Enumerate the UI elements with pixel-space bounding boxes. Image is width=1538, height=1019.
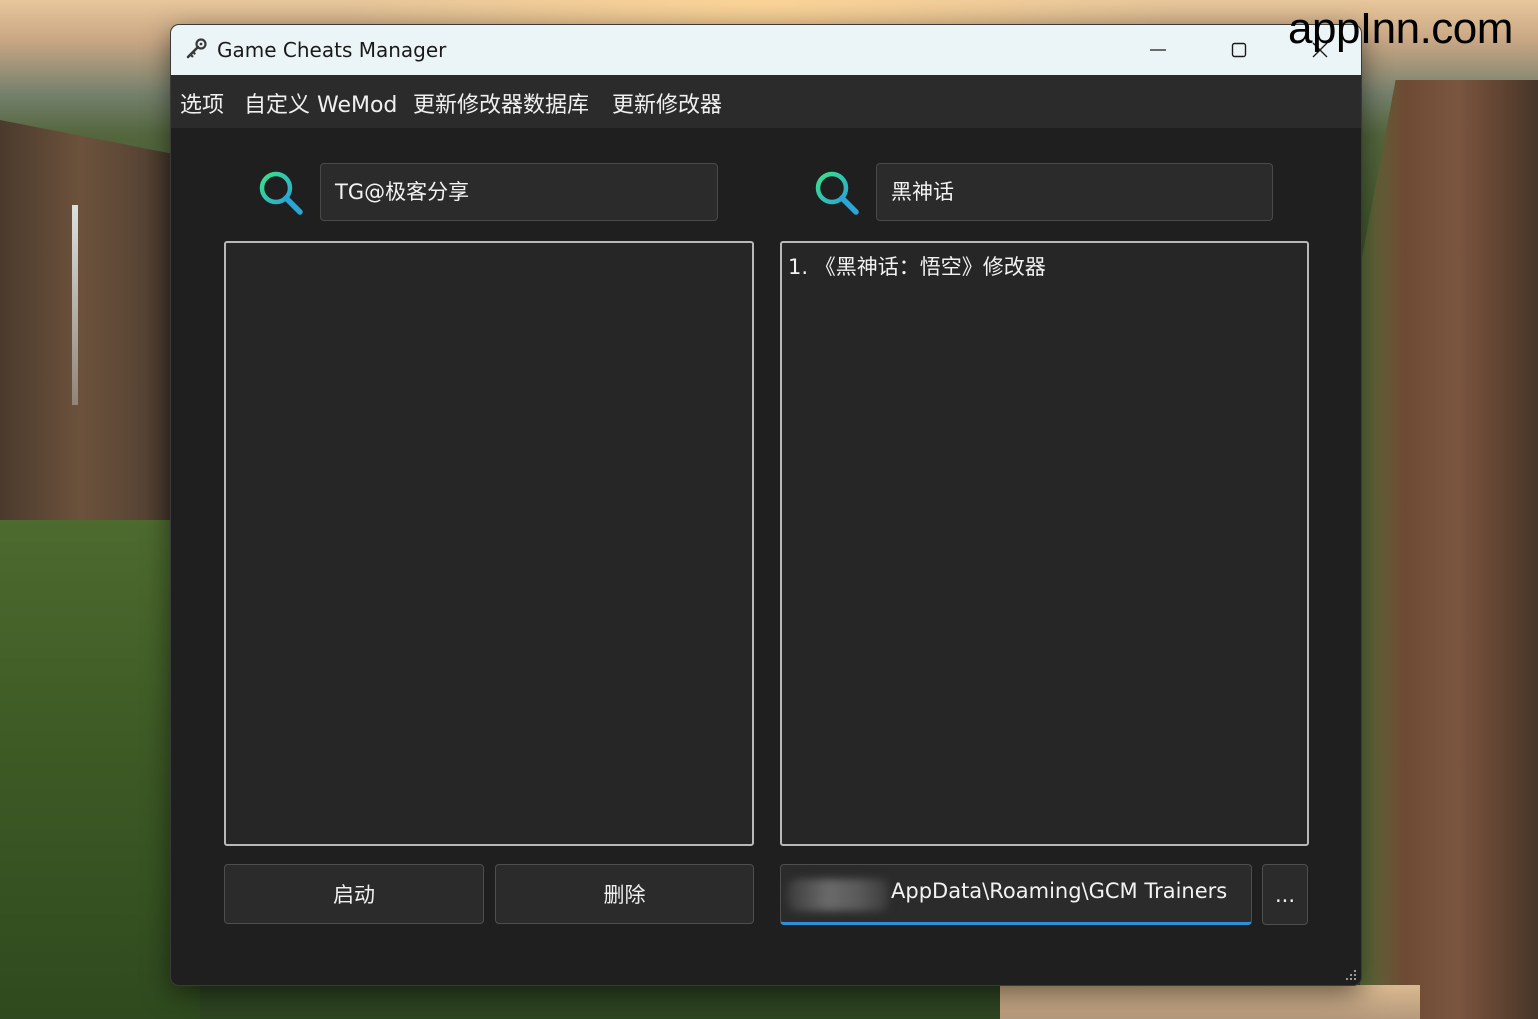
download-path-text: AppData\Roaming\GCM Trainers bbox=[891, 879, 1228, 903]
wallpaper-valley bbox=[0, 520, 200, 1019]
minimize-icon bbox=[1150, 49, 1166, 51]
watermark: appInn.com bbox=[1288, 4, 1513, 53]
installed-trainers-list[interactable] bbox=[224, 241, 754, 846]
menu-item-update-trainers[interactable]: 更新修改器 bbox=[612, 87, 722, 119]
maximize-button[interactable] bbox=[1204, 25, 1274, 75]
browse-button[interactable]: ... bbox=[1262, 864, 1308, 925]
resize-grip-icon[interactable] bbox=[1345, 969, 1357, 981]
search-icon bbox=[259, 171, 303, 215]
wallpaper-waterfall bbox=[72, 205, 78, 405]
menu-bar: 选项 自定义 WeMod 更新修改器数据库 更新修改器 bbox=[171, 75, 1361, 128]
app-window: Game Cheats Manager 选项 自定义 WeMod 更新修改器数据… bbox=[171, 25, 1361, 985]
wallpaper-cliff-left bbox=[0, 120, 180, 560]
menu-item-custom-wemod[interactable]: 自定义 WeMod bbox=[244, 87, 397, 119]
redacted-username bbox=[787, 879, 889, 911]
list-item[interactable]: 1. 《黑神话：悟空》修改器 bbox=[788, 251, 1046, 281]
maximize-icon bbox=[1231, 42, 1247, 58]
wallpaper-lake bbox=[1000, 985, 1420, 1019]
search-results-list[interactable]: 1. 《黑神话：悟空》修改器 bbox=[780, 241, 1309, 846]
download-path-field[interactable]: AppData\Roaming\GCM Trainers bbox=[780, 864, 1252, 925]
minimize-button[interactable] bbox=[1123, 25, 1193, 75]
launch-button[interactable]: 启动 bbox=[224, 864, 484, 924]
download-search-input[interactable]: 黑神话 bbox=[876, 163, 1273, 221]
title-bar[interactable]: Game Cheats Manager bbox=[171, 25, 1361, 75]
menu-item-update-database[interactable]: 更新修改器数据库 bbox=[413, 87, 589, 119]
delete-button[interactable]: 删除 bbox=[495, 864, 754, 924]
search-icon bbox=[815, 171, 859, 215]
installed-search-input[interactable]: TG@极客分享 bbox=[320, 163, 718, 221]
wallpaper-cliff-right bbox=[1360, 80, 1538, 1019]
menu-item-options[interactable]: 选项 bbox=[180, 87, 224, 119]
window-title: Game Cheats Manager bbox=[217, 38, 447, 62]
key-icon bbox=[186, 38, 207, 59]
